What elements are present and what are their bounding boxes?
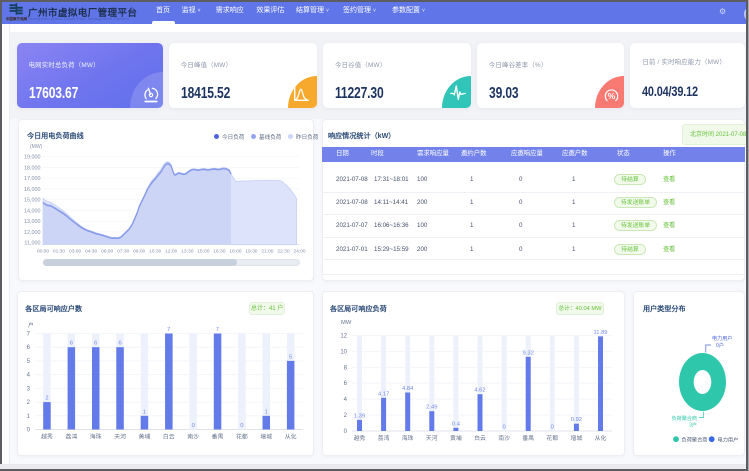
svg-text:0户: 0户: [716, 342, 724, 349]
svg-text:3户: 3户: [689, 422, 697, 429]
svg-text:电力用户: 电力用户: [718, 435, 739, 443]
svg-text:电力用户: 电力用户: [712, 335, 732, 342]
svg-text:负荷聚合商: 负荷聚合商: [672, 415, 697, 422]
svg-text:负荷聚合商: 负荷聚合商: [682, 435, 708, 443]
